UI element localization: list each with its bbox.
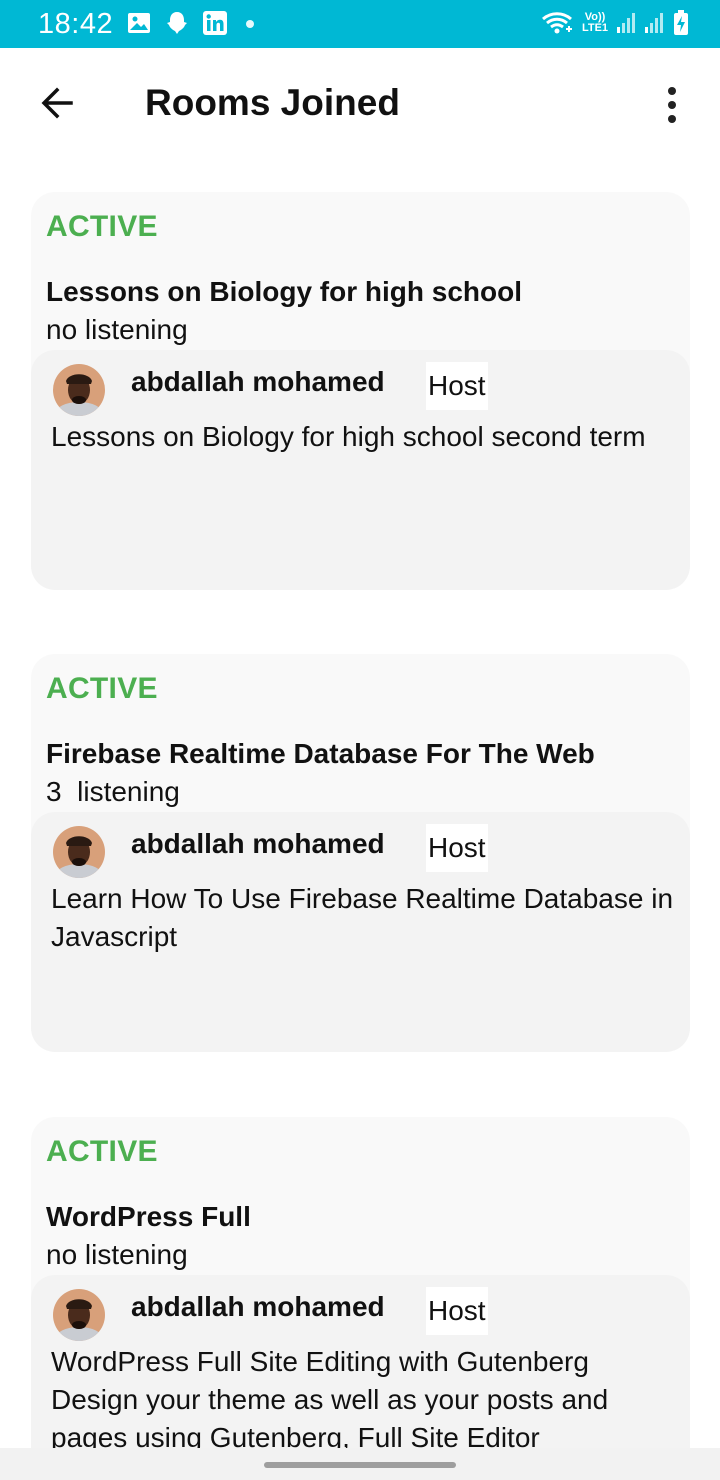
room-host-card: abdallah mohamed Host Lessons on Biology… <box>31 350 690 590</box>
host-badge: Host <box>426 824 488 872</box>
volte-lte-icon: Vo)) LTE1 <box>580 12 610 34</box>
avatar <box>53 826 105 878</box>
wifi-icon <box>540 9 574 37</box>
snapchat-icon <box>164 10 192 38</box>
room-host-card: abdallah mohamed Host Learn How To Use F… <box>31 812 690 1052</box>
status-time: 18:42 <box>38 8 114 40</box>
room-description: Lessons on Biology for high school secon… <box>51 421 646 452</box>
app-bar: Rooms Joined <box>0 48 720 163</box>
linkedin-icon <box>202 10 230 38</box>
room-status-label: ACTIVE <box>46 672 158 705</box>
status-left-icons <box>126 10 254 38</box>
gallery-icon <box>126 10 154 38</box>
room-listening-count: 3 listening <box>46 776 180 807</box>
room-listening-count: no listening <box>46 1239 188 1270</box>
host-name: abdallah mohamed <box>131 828 385 859</box>
page-title: Rooms Joined <box>145 82 400 123</box>
room-description: WordPress Full Site Editing with Gutenbe… <box>51 1346 609 1453</box>
room-title: WordPress Full <box>46 1201 251 1232</box>
lte-label: LTE1 <box>581 22 609 34</box>
more-vertical-icon <box>668 87 676 95</box>
room-description: Learn How To Use Firebase Realtime Datab… <box>51 883 674 952</box>
host-name: abdallah mohamed <box>131 366 385 397</box>
more-options-button[interactable] <box>648 78 696 132</box>
room-title: Firebase Realtime Database For The Web <box>46 738 595 769</box>
notification-dot-icon <box>246 20 254 28</box>
room-title: Lessons on Biology for high school <box>46 276 523 307</box>
status-right-icons: Vo)) LTE1 <box>540 9 690 37</box>
host-badge: Host <box>426 1287 488 1335</box>
host-badge: Host <box>426 362 488 410</box>
room-card[interactable]: ACTIVE Firebase Realtime Database For Th… <box>31 654 690 1052</box>
room-listening-count: no listening <box>46 314 188 345</box>
home-gesture-handle[interactable] <box>264 1462 456 1468</box>
room-card[interactable]: ACTIVE WordPress Full no listening abdal… <box>31 1117 690 1480</box>
host-name: abdallah mohamed <box>131 1291 385 1322</box>
system-nav-bar <box>0 1448 720 1480</box>
back-button[interactable] <box>30 78 84 132</box>
room-status-label: ACTIVE <box>46 210 158 243</box>
room-status-label: ACTIVE <box>46 1135 158 1168</box>
arrow-left-icon <box>37 83 77 128</box>
room-card[interactable]: ACTIVE Lessons on Biology for high schoo… <box>31 192 690 590</box>
battery-charging-icon <box>672 9 690 37</box>
avatar <box>53 1289 105 1341</box>
status-bar: 18:42 Vo)) LTE1 <box>0 0 720 48</box>
avatar <box>53 364 105 416</box>
signal-icon <box>616 9 638 37</box>
signal-icon <box>644 9 666 37</box>
